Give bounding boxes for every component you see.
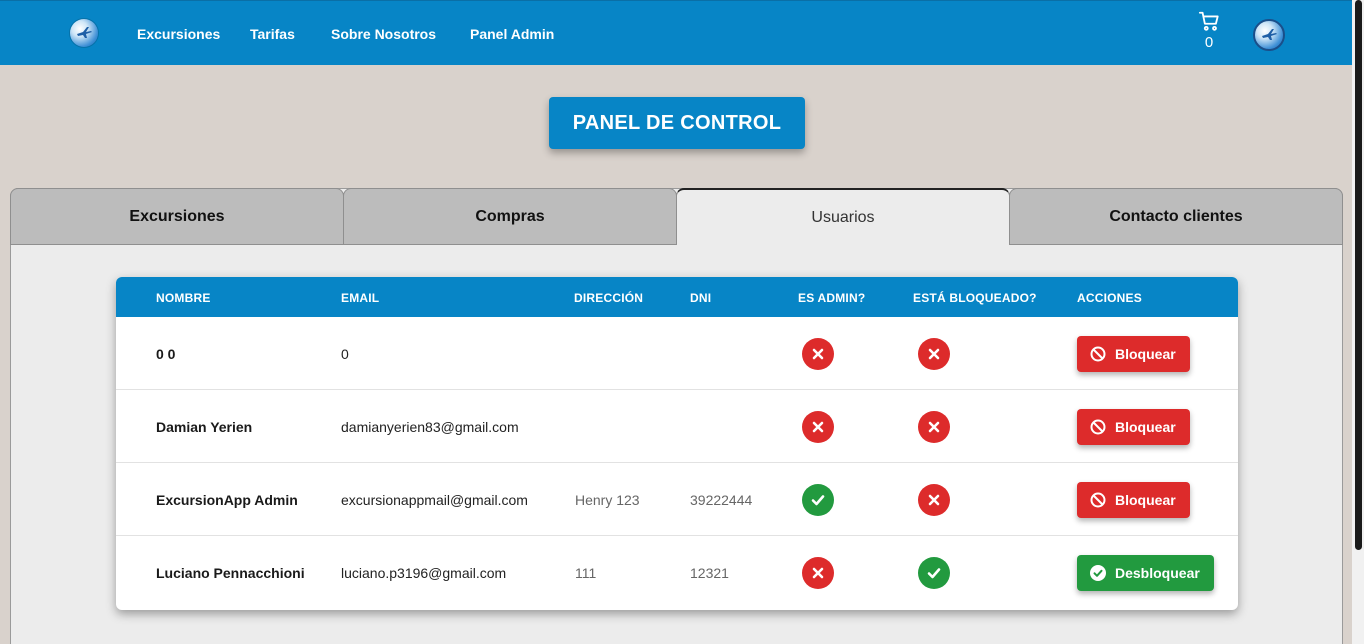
header-direccion: DIRECCIÓN bbox=[574, 291, 644, 305]
cell-nombre: Damian Yerien bbox=[156, 419, 253, 435]
table-header: NOMBRE EMAIL DIRECCIÓN DNI ES ADMIN? EST… bbox=[116, 277, 1238, 317]
cell-direccion: Henry 123 bbox=[575, 492, 640, 508]
nav-link-panel-admin[interactable]: Panel Admin bbox=[470, 26, 554, 42]
tab-compras[interactable]: Compras bbox=[343, 188, 677, 245]
unblock-button[interactable]: Desbloquear bbox=[1077, 555, 1214, 591]
x-icon bbox=[802, 338, 834, 370]
x-icon bbox=[918, 411, 950, 443]
table-row: 0 0 0 Bloquear bbox=[116, 317, 1238, 390]
nav-link-sobre-nosotros[interactable]: Sobre Nosotros bbox=[331, 26, 436, 42]
cell-email: luciano.p3196@gmail.com bbox=[341, 565, 507, 581]
check-circle-icon bbox=[1090, 565, 1106, 581]
header-nombre: NOMBRE bbox=[156, 291, 211, 305]
action-label: Bloquear bbox=[1115, 419, 1176, 435]
scrollbar-thumb[interactable] bbox=[1355, 0, 1362, 550]
cart-icon bbox=[1198, 11, 1219, 31]
action-label: Desbloquear bbox=[1115, 565, 1200, 581]
block-button[interactable]: Bloquear bbox=[1077, 336, 1190, 372]
cell-email: damianyerien83@gmail.com bbox=[341, 419, 519, 435]
cart-button[interactable]: 0 bbox=[1196, 10, 1222, 56]
user-avatar[interactable] bbox=[1253, 19, 1285, 51]
header-esta-bloqueado: ESTÁ BLOQUEADO? bbox=[913, 291, 1037, 305]
tab-excursiones[interactable]: Excursiones bbox=[10, 188, 344, 245]
table-row: ExcursionApp Admin excursionappmail@gmail… bbox=[116, 463, 1238, 536]
cell-email: excursionappmail@gmail.com bbox=[341, 492, 528, 508]
cart-count: 0 bbox=[1204, 34, 1214, 51]
block-button[interactable]: Bloquear bbox=[1077, 409, 1190, 445]
nav-link-tarifas[interactable]: Tarifas bbox=[250, 26, 295, 42]
ban-icon bbox=[1090, 492, 1106, 508]
x-icon bbox=[918, 338, 950, 370]
action-label: Bloquear bbox=[1115, 346, 1176, 362]
table-row: Luciano Pennacchioni luciano.p3196@gmail.… bbox=[116, 536, 1238, 609]
cell-nombre: ExcursionApp Admin bbox=[156, 492, 298, 508]
users-table: NOMBRE EMAIL DIRECCIÓN DNI ES ADMIN? EST… bbox=[116, 277, 1238, 610]
nav-link-excursiones[interactable]: Excursiones bbox=[137, 26, 220, 42]
header-dni: DNI bbox=[690, 291, 712, 305]
logo-icon[interactable] bbox=[70, 19, 98, 47]
cell-direccion: 111 bbox=[575, 565, 597, 581]
cell-dni: 12321 bbox=[690, 565, 729, 581]
panel-title: PANEL DE CONTROL bbox=[549, 97, 805, 149]
x-icon bbox=[918, 484, 950, 516]
check-icon bbox=[802, 484, 834, 516]
tab-contacto-clientes[interactable]: Contacto clientes bbox=[1009, 188, 1343, 245]
tab-usuarios[interactable]: Usuarios bbox=[676, 188, 1010, 245]
header-es-admin: ES ADMIN? bbox=[798, 291, 866, 305]
check-icon bbox=[918, 557, 950, 589]
cell-dni: 39222444 bbox=[690, 492, 753, 508]
ban-icon bbox=[1090, 419, 1106, 435]
cell-nombre: Luciano Pennacchioni bbox=[156, 565, 305, 581]
x-icon bbox=[802, 557, 834, 589]
header-email: EMAIL bbox=[341, 291, 380, 305]
ban-icon bbox=[1090, 346, 1106, 362]
top-navbar: Excursiones Tarifas Sobre Nosotros Panel… bbox=[0, 0, 1352, 65]
action-label: Bloquear bbox=[1115, 492, 1176, 508]
x-icon bbox=[802, 411, 834, 443]
table-row: Damian Yerien damianyerien83@gmail.com Blo… bbox=[116, 390, 1238, 463]
block-button[interactable]: Bloquear bbox=[1077, 482, 1190, 518]
cell-nombre: 0 0 bbox=[156, 346, 176, 362]
header-acciones: ACCIONES bbox=[1077, 291, 1142, 305]
cell-email: 0 bbox=[341, 346, 349, 362]
